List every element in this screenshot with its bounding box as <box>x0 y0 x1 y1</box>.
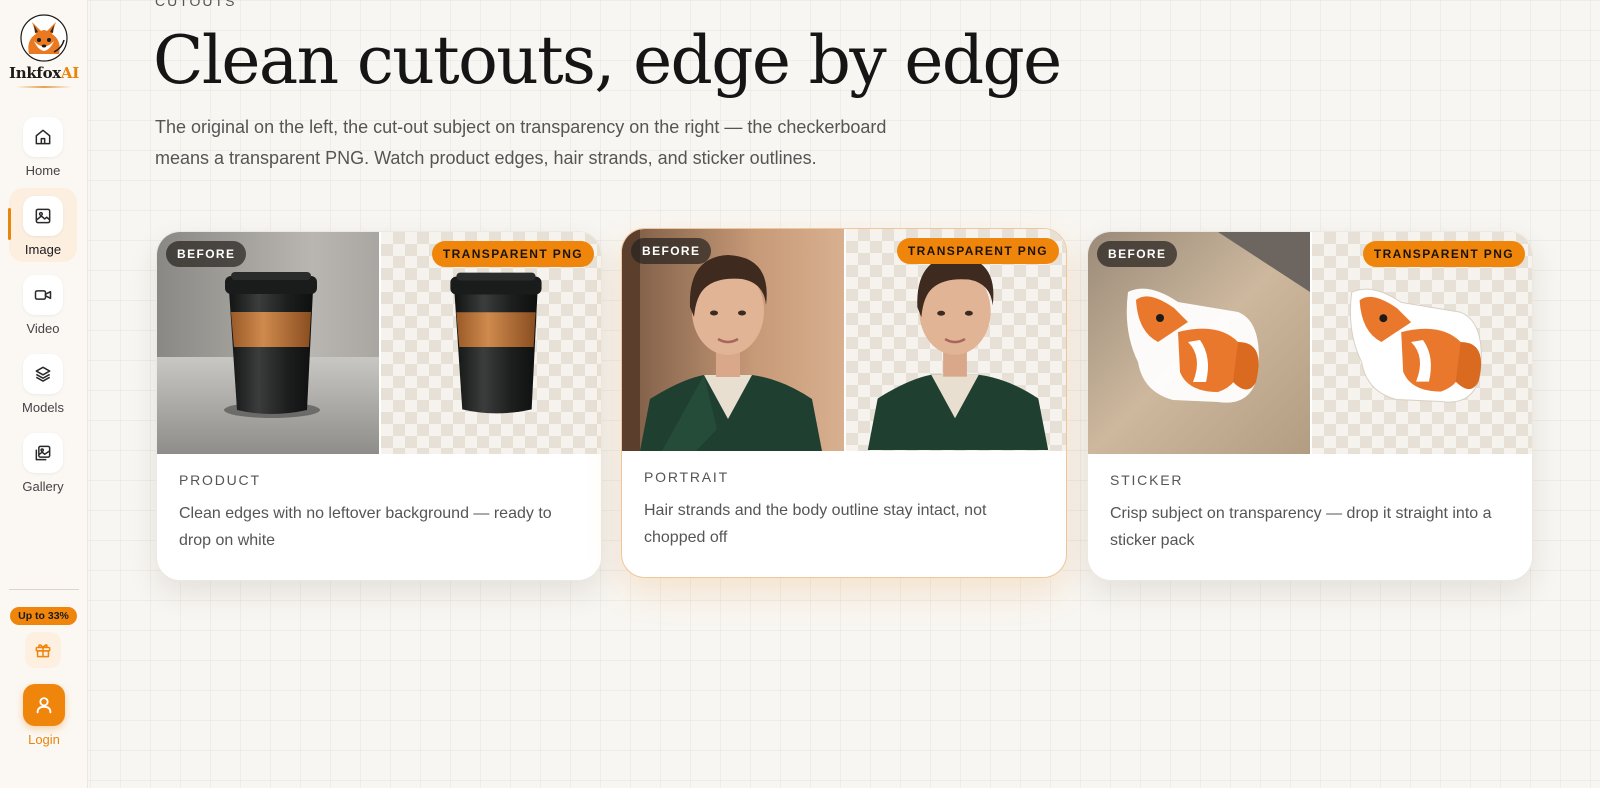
sidebar-item-label: Video <box>26 321 60 336</box>
cutout-card-sticker[interactable]: BEFORE TRANSPARENT PNG STICKER Crisp sub… <box>1087 231 1533 581</box>
promo-badge[interactable]: Up to 33% <box>10 607 77 625</box>
sidebar-divider <box>9 589 79 590</box>
page-title: Clean cutouts, edge by edge <box>153 22 1062 99</box>
brand-logo[interactable]: InkfoxAI <box>0 14 88 88</box>
brand-wordmark: InkfoxAI <box>0 64 88 82</box>
sidebar-item-image[interactable]: Image <box>8 188 77 262</box>
after-image: TRANSPARENT PNG <box>844 229 1066 451</box>
sidebar-item-video[interactable]: Video <box>9 267 77 341</box>
before-image: BEFORE <box>157 232 379 454</box>
before-image: BEFORE <box>1088 232 1310 454</box>
card-media: BEFORE TRANSPARENT PNG <box>1088 232 1532 454</box>
before-image: BEFORE <box>622 229 844 451</box>
after-image: TRANSPARENT PNG <box>379 232 601 454</box>
card-media: BEFORE TRANSPARENT PNG <box>157 232 601 454</box>
cutout-card-product[interactable]: BEFORE TRANSPARENT PNG PRODUCT Clean edg… <box>156 231 602 581</box>
card-description: Crisp subject on transparency — drop it … <box>1110 505 1492 549</box>
transparent-png-tag: TRANSPARENT PNG <box>1362 241 1525 267</box>
card-description: Hair strands and the body outline stay i… <box>644 502 987 546</box>
card-body: PORTRAIT Hair strands and the body outli… <box>644 469 1044 551</box>
sidebar-item-home[interactable]: Home <box>9 109 77 183</box>
sidebar: InkfoxAI Home Image Video Models Gallery… <box>0 0 88 788</box>
section-description: The original on the left, the cut-out su… <box>155 117 887 168</box>
layers-icon <box>23 354 63 394</box>
gift-button[interactable] <box>25 632 61 668</box>
logo-underline <box>16 86 72 88</box>
after-image: TRANSPARENT PNG <box>1310 232 1532 454</box>
sidebar-item-label: Image <box>24 242 62 257</box>
sidebar-item-gallery[interactable]: Gallery <box>9 425 77 499</box>
before-tag: BEFORE <box>1097 241 1178 267</box>
home-icon <box>23 117 63 157</box>
card-media: BEFORE TRANSPARENT PNG <box>622 229 1066 451</box>
video-icon <box>23 275 63 315</box>
card-body: STICKER Crisp subject on transparency — … <box>1110 472 1510 554</box>
gallery-icon <box>23 433 63 473</box>
sidebar-item-label: Models <box>22 400 64 415</box>
transparent-png-tag: TRANSPARENT PNG <box>431 241 594 267</box>
login-button[interactable] <box>23 684 65 726</box>
fox-logo-icon <box>20 14 68 62</box>
user-icon <box>36 697 52 714</box>
card-description: Clean edges with no leftover background … <box>179 505 552 549</box>
brand-name: Inkfox <box>9 64 61 82</box>
sidebar-item-label: Gallery <box>22 479 64 494</box>
card-body: PRODUCT Clean edges with no leftover bac… <box>179 472 579 554</box>
login-label[interactable]: Login <box>0 732 88 747</box>
cutout-card-portrait[interactable]: BEFORE TRANSPARENT PNG PORTRAIT Hair str… <box>621 228 1067 578</box>
before-tag: BEFORE <box>631 238 712 264</box>
card-category: PRODUCT <box>179 472 261 488</box>
sidebar-item-models[interactable]: Models <box>9 346 77 420</box>
card-category: PORTRAIT <box>644 469 729 485</box>
sidebar-item-label: Home <box>25 163 61 178</box>
transparent-png-tag: TRANSPARENT PNG <box>896 238 1059 264</box>
image-icon <box>23 196 63 236</box>
section-eyebrow: CUTOUTS <box>155 0 237 9</box>
card-category: STICKER <box>1110 472 1184 488</box>
brand-name-accent: AI <box>60 64 79 82</box>
gift-icon <box>35 644 51 658</box>
before-tag: BEFORE <box>166 241 247 267</box>
